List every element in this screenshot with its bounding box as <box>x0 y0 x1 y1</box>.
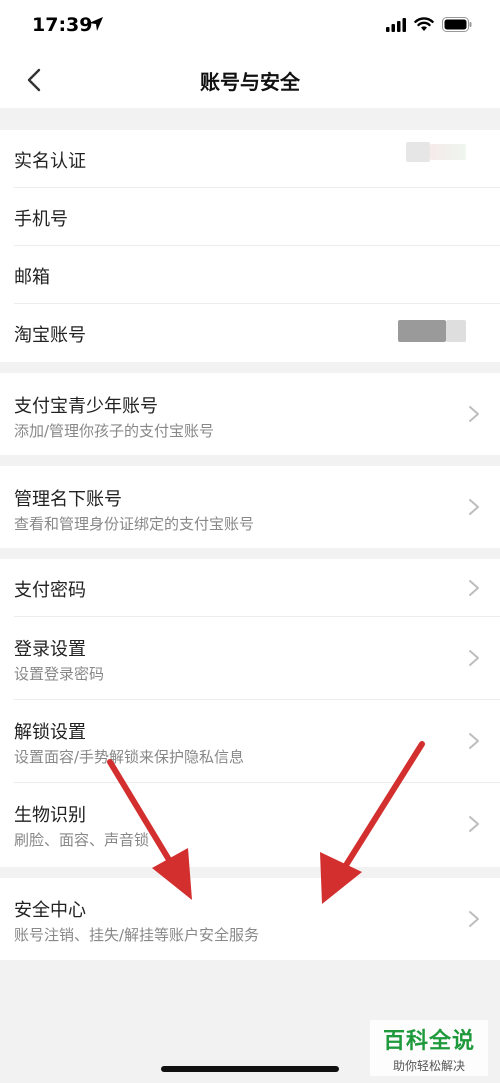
list-item-biometrics[interactable]: 生物识别 刷脸、面容、声音锁 <box>0 783 500 867</box>
wifi-icon <box>414 17 434 36</box>
list-item-subtitle: 账号注销、挂失/解挂等账户安全服务 <box>14 926 260 944</box>
list-item-subtitle: 设置登录密码 <box>14 665 105 683</box>
list-item-label: 支付密码 <box>14 580 86 601</box>
chevron-right-icon <box>469 406 479 422</box>
list-item-unlock-settings[interactable]: 解锁设置 设置面容/手势解锁来保护隐私信息 <box>0 700 500 783</box>
teen-account-group: 支付宝青少年账号 添加/管理你孩子的支付宝账号 <box>0 373 500 455</box>
list-item-managed-accounts[interactable]: 管理名下账号 查看和管理身份证绑定的支付宝账号 <box>0 466 500 548</box>
redacted-value <box>398 320 446 342</box>
watermark-logo: 百科全说 助你轻松解决 <box>370 1020 488 1076</box>
list-item-login-settings[interactable]: 登录设置 设置登录密码 <box>0 617 500 700</box>
list-item-subtitle: 设置面容/手势解锁来保护隐私信息 <box>14 748 245 766</box>
chevron-right-icon <box>469 650 479 666</box>
status-bar: 17:39 <box>0 0 500 52</box>
list-item-security-center[interactable]: 安全中心 账号注销、挂失/解挂等账户安全服务 <box>0 878 500 960</box>
list-item-label: 手机号 <box>14 209 68 230</box>
list-item-label: 支付宝青少年账号 <box>14 396 158 417</box>
redacted-value <box>430 144 466 160</box>
list-item-subtitle: 查看和管理身份证绑定的支付宝账号 <box>14 515 255 533</box>
list-item-label: 管理名下账号 <box>14 489 122 510</box>
chevron-right-icon <box>469 733 479 749</box>
status-icons <box>386 17 472 36</box>
watermark-subtitle: 助你轻松解决 <box>392 1058 465 1073</box>
list-item-label: 解锁设置 <box>14 722 86 743</box>
list-item-label: 淘宝账号 <box>14 325 86 346</box>
list-item-label: 登录设置 <box>14 639 86 660</box>
list-item-label: 安全中心 <box>14 900 86 921</box>
watermark-title: 百科全说 <box>382 1028 475 1054</box>
account-info-group: 实名认证 手机号 邮箱 淘宝账号 <box>0 130 500 362</box>
security-settings-group: 支付密码 登录设置 设置登录密码 解锁设置 设置面容/手势解锁来保护隐私信息 生… <box>0 559 500 867</box>
navigation-bar: 账号与安全 <box>0 52 500 108</box>
chevron-right-icon <box>469 911 479 927</box>
managed-accounts-group: 管理名下账号 查看和管理身份证绑定的支付宝账号 <box>0 466 500 548</box>
list-item-real-name[interactable]: 实名认证 <box>0 130 500 188</box>
list-item-subtitle: 添加/管理你孩子的支付宝账号 <box>14 422 215 440</box>
battery-icon <box>442 17 472 36</box>
chevron-right-icon <box>469 816 479 832</box>
signal-icon <box>386 17 406 36</box>
list-item-label: 实名认证 <box>14 151 86 172</box>
list-item-label: 邮箱 <box>14 267 50 288</box>
chevron-right-icon <box>469 499 479 515</box>
redacted-value <box>406 142 430 162</box>
location-arrow-icon <box>88 16 104 36</box>
list-item-label: 生物识别 <box>14 805 86 826</box>
list-item-subtitle: 刷脸、面容、声音锁 <box>14 831 150 849</box>
list-item-payment-password[interactable]: 支付密码 <box>0 559 500 617</box>
list-item-teen-account[interactable]: 支付宝青少年账号 添加/管理你孩子的支付宝账号 <box>0 373 500 455</box>
list-item-email[interactable]: 邮箱 <box>0 246 500 304</box>
chevron-right-icon <box>469 580 479 596</box>
home-indicator[interactable] <box>161 1066 339 1072</box>
page-title: 账号与安全 <box>200 70 300 94</box>
list-item-phone[interactable]: 手机号 <box>0 188 500 246</box>
redacted-value <box>446 320 466 342</box>
security-center-group: 安全中心 账号注销、挂失/解挂等账户安全服务 <box>0 878 500 960</box>
status-time: 17:39 <box>32 14 93 36</box>
list-item-taobao[interactable]: 淘宝账号 <box>0 304 500 362</box>
